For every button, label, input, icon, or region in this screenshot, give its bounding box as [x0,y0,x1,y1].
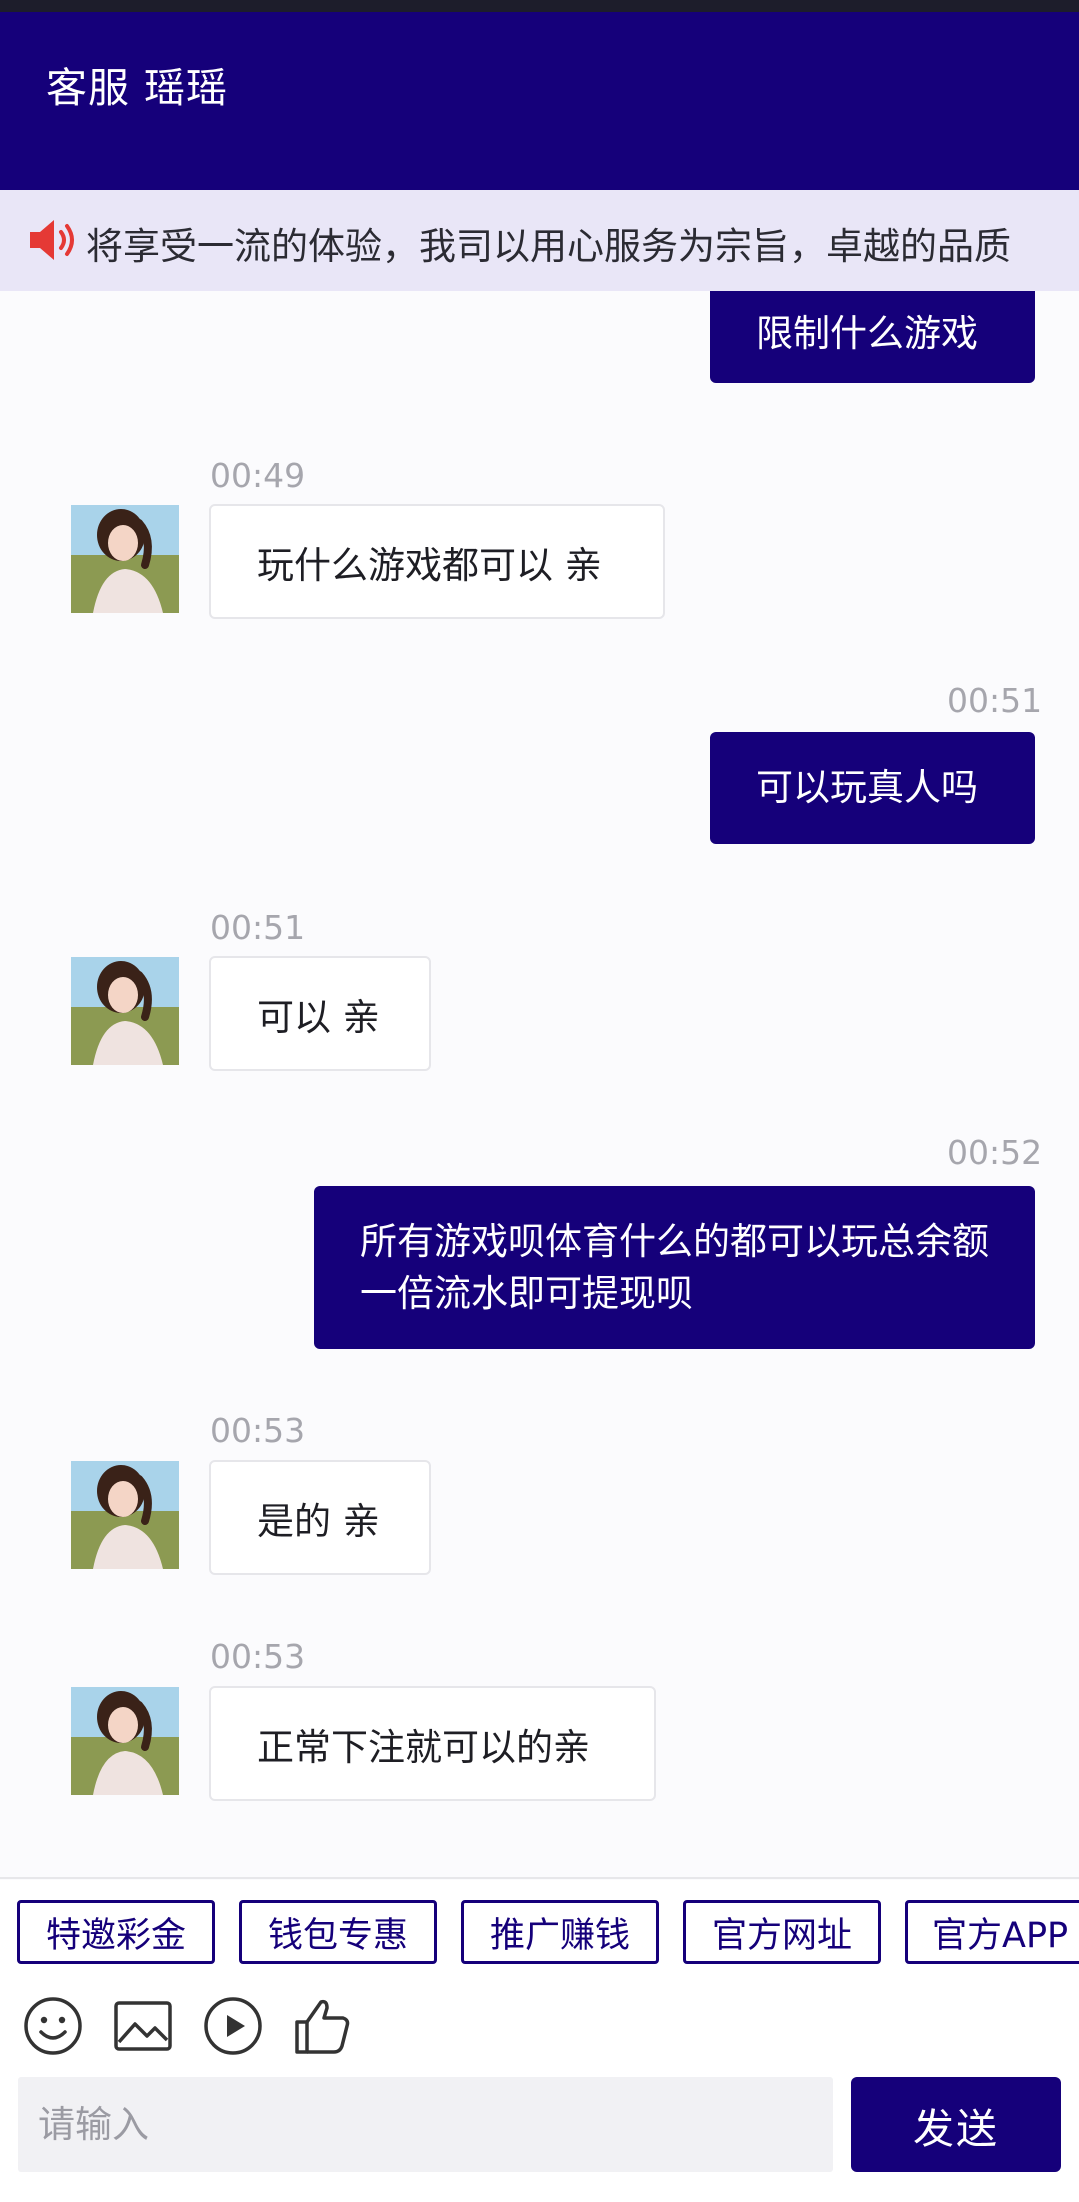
divider [0,1877,1079,1879]
avatar [71,505,179,613]
image-icon[interactable] [111,1994,175,2058]
chat-header: 客服 瑶瑶 [0,12,1079,190]
notice-text: 将享受一流的体验，我司以用心服务为宗旨，卓越的品质 [86,225,1011,268]
outgoing-message: 所有游戏呗体育什么的都可以玩总余额一倍流水即可提现呗 [314,1186,1035,1349]
message-text: 可以玩真人吗 [756,766,978,809]
send-button[interactable]: 发送 [851,2077,1061,2172]
quick-reply-button[interactable]: 钱包专惠 [239,1900,437,1964]
message-input[interactable] [18,2077,833,2172]
message-time: 00:53 [210,1637,306,1676]
agent-avatar-image [71,505,179,613]
speaker-icon [30,220,74,260]
status-strip [0,0,1079,12]
incoming-message: 是的 亲 [209,1460,431,1575]
thumbs-up-icon[interactable] [291,1994,355,2058]
quick-reply-bar[interactable]: 特邀彩金 钱包专惠 推广赚钱 官方网址 官方APP [0,1880,1079,1982]
avatar [71,1687,179,1795]
avatar [71,957,179,1065]
message-text: 玩什么游戏都可以 亲 [257,543,602,587]
message-time: 00:53 [210,1411,306,1450]
incoming-message: 正常下注就可以的亲 [209,1686,656,1801]
message-text: 是的 亲 [257,1499,380,1543]
incoming-message: 可以 亲 [209,956,431,1071]
message-time: 00:51 [210,908,306,947]
notice-bar: 将享受一流的体验，我司以用心服务为宗旨，卓越的品质 [0,190,1079,291]
outgoing-message: 限制什么游戏 [710,291,1035,383]
agent-avatar-image [71,1461,179,1569]
toolbar [0,1982,1079,2072]
message-text: 限制什么游戏 [756,312,978,355]
quick-reply-button[interactable]: 推广赚钱 [461,1900,659,1964]
composer: 发送 [0,2072,1079,2202]
emoji-icon[interactable] [21,1994,85,2058]
quick-reply-button[interactable]: 官方APP [905,1900,1079,1964]
incoming-message: 玩什么游戏都可以 亲 [209,504,665,619]
message-time: 00:52 [947,1133,1043,1172]
outgoing-message: 可以玩真人吗 [710,732,1035,844]
message-text: 可以 亲 [257,995,380,1039]
chat-area[interactable]: 限制什么游戏 00:49 玩什么游戏都可以 亲 00:51 可以玩真人吗 00:… [0,291,1079,1877]
agent-avatar-image [71,1687,179,1795]
quick-reply-button[interactable]: 官方网址 [683,1900,881,1964]
message-time: 00:51 [947,681,1043,720]
message-time: 00:49 [210,456,306,495]
message-text: 正常下注就可以的亲 [257,1725,590,1769]
agent-avatar-image [71,957,179,1065]
page-title: 客服 瑶瑶 [46,64,229,112]
video-icon[interactable] [201,1994,265,2058]
avatar [71,1461,179,1569]
quick-reply-button[interactable]: 特邀彩金 [17,1900,215,1964]
message-text: 所有游戏呗体育什么的都可以玩总余额一倍流水即可提现呗 [360,1219,989,1315]
